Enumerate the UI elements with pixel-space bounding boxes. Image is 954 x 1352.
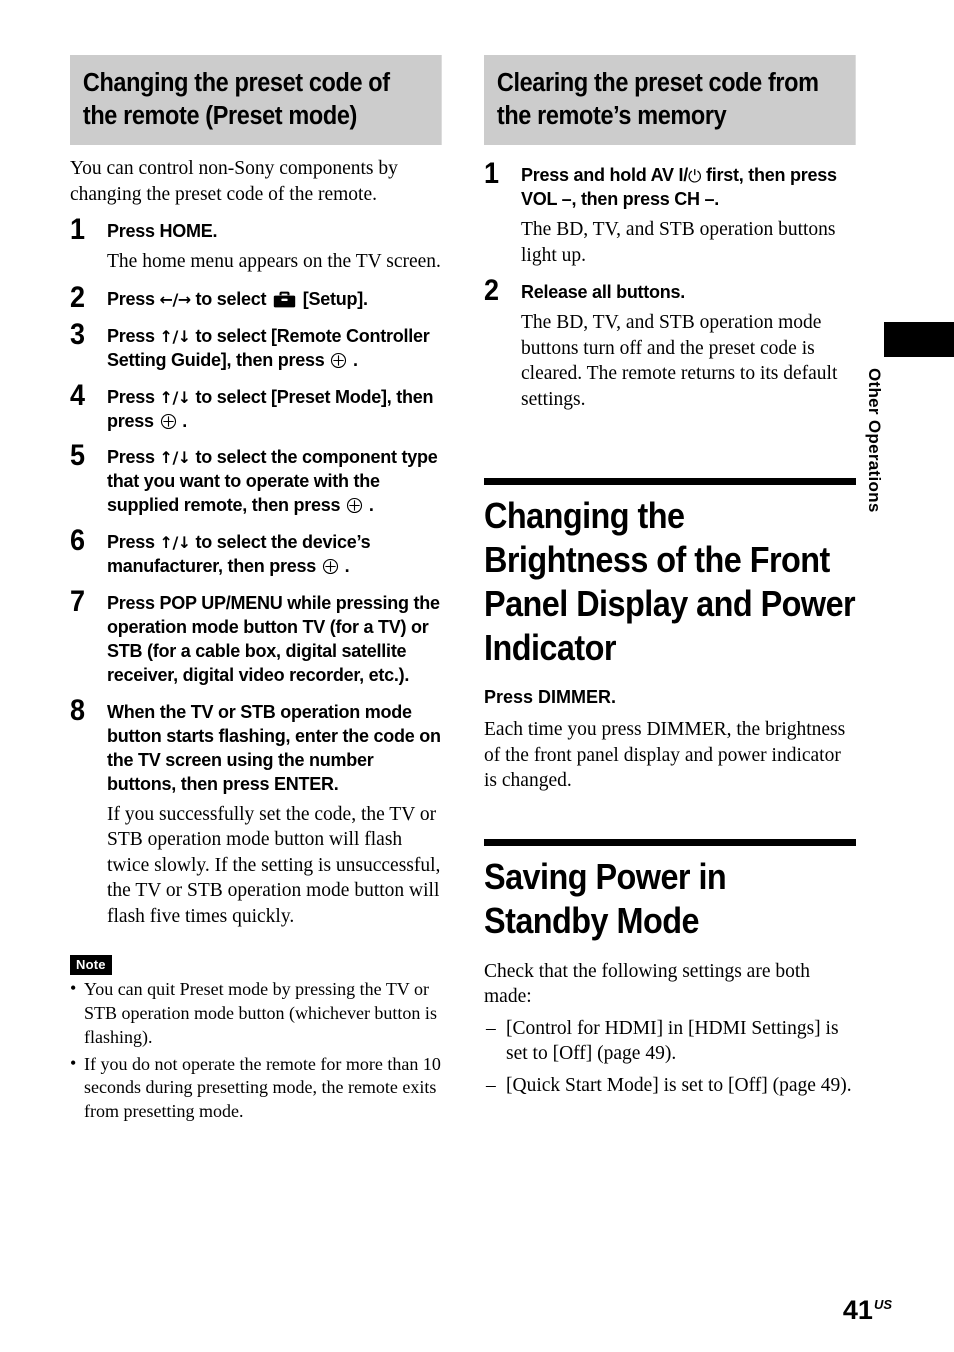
step-title: Press ↑/↓ to select [Preset Mode], then … bbox=[107, 386, 442, 434]
step-title-text: . bbox=[339, 556, 350, 577]
sub-heading-press-dimmer: Press DIMMER. bbox=[484, 686, 617, 707]
note-list: You can quit Preset mode by pressing the… bbox=[70, 977, 442, 1124]
step-title-text: Press bbox=[107, 288, 160, 309]
step-8: 8 When the TV or STB operation mode butt… bbox=[70, 695, 442, 929]
step-description: The BD, TV, and STB operation buttons li… bbox=[521, 219, 836, 266]
chapter-rule bbox=[484, 478, 856, 486]
step-4: 4 Press ↑/↓ to select [Preset Mode], the… bbox=[70, 380, 442, 434]
chapter-brightness: Changing the Brightness of the Front Pan… bbox=[484, 478, 856, 794]
step-2: 2 Press ←/→ to select [Setup]. bbox=[70, 282, 442, 312]
enter-button-icon bbox=[160, 413, 177, 430]
clear-step-2: 2 Release all buttons. The BD, TV, and S… bbox=[484, 276, 856, 412]
chapter-thumb-tab bbox=[884, 322, 954, 357]
page-number: 41 bbox=[842, 1295, 873, 1325]
power-standby-icon: ⏻ bbox=[688, 167, 702, 188]
step-title-text: Press bbox=[107, 325, 160, 346]
step-title-text: Press bbox=[107, 447, 160, 468]
step-title-text: . bbox=[177, 410, 188, 431]
step-title-text: Press and hold AV I/ bbox=[521, 165, 689, 186]
enter-button-icon bbox=[330, 352, 347, 369]
chapter-thumb-tab-label: Other Operations bbox=[865, 368, 884, 513]
page-footer: 41US bbox=[843, 1297, 892, 1324]
step-title: When the TV or STB operation mode button… bbox=[107, 701, 442, 797]
step-title: Press ↑/↓ to select the device’s manufac… bbox=[107, 531, 442, 579]
manual-page: Changing the preset code of the remote (… bbox=[0, 0, 954, 1352]
enter-button-icon bbox=[322, 558, 339, 575]
step-number: 4 bbox=[70, 378, 86, 412]
chapter-heading: Saving Power in Standby Mode bbox=[484, 855, 727, 941]
settings-item: [Control for HDMI] in [HDMI Settings] is… bbox=[484, 1016, 856, 1067]
step-title: Press HOME. bbox=[107, 220, 442, 244]
step-title-text: to select bbox=[190, 288, 271, 309]
step-title-text: Press POP UP/MENU while pressing the ope… bbox=[107, 593, 440, 685]
chapter-saving-power: Saving Power in Standby Mode Check that … bbox=[484, 838, 856, 1099]
step-title: Press and hold AV I/⏻ first, then press … bbox=[521, 164, 856, 212]
section-heading-clearing-preset-code: Clearing the preset code from the remote… bbox=[484, 55, 857, 146]
step-title-text: Press HOME. bbox=[107, 221, 218, 242]
step-description: If you successfully set the code, the TV… bbox=[107, 803, 441, 927]
step-description: The BD, TV, and STB operation mode butto… bbox=[521, 312, 838, 410]
step-1: 1 Press HOME. The home menu appears on t… bbox=[70, 215, 442, 274]
chapter-heading: Changing the Brightness of the Front Pan… bbox=[484, 495, 856, 668]
step-number: 7 bbox=[70, 585, 86, 619]
step-title-text: When the TV or STB operation mode button… bbox=[107, 701, 441, 794]
step-description: The home menu appears on the TV screen. bbox=[107, 251, 441, 273]
note-badge: Note bbox=[70, 955, 112, 976]
step-title-text: . bbox=[364, 495, 374, 516]
page-region: US bbox=[873, 1297, 892, 1312]
step-number: 8 bbox=[70, 693, 86, 727]
chapter-body: Each time you press DIMMER, the brightne… bbox=[484, 719, 846, 792]
step-title-text: Press bbox=[107, 386, 160, 407]
step-number: 1 bbox=[484, 157, 500, 191]
chapter-rule bbox=[484, 838, 856, 846]
step-5: 5 Press ↑/↓ to select the component type… bbox=[70, 441, 442, 518]
up-down-arrow-icon: ↑/↓ bbox=[159, 533, 192, 553]
step-title: Press ↑/↓ to select the component type t… bbox=[107, 446, 442, 518]
left-column: Changing the preset code of the remote (… bbox=[70, 55, 443, 1124]
settings-list: [Control for HDMI] in [HDMI Settings] is… bbox=[484, 1016, 856, 1099]
step-title-text: . bbox=[348, 349, 358, 370]
step-number: 2 bbox=[70, 280, 86, 314]
step-title-text: Release all buttons. bbox=[521, 282, 686, 303]
clear-step-1: 1 Press and hold AV I/⏻ first, then pres… bbox=[484, 159, 856, 268]
step-title: Press ←/→ to select [Setup]. bbox=[107, 288, 442, 312]
right-column: Clearing the preset code from the remote… bbox=[484, 55, 857, 1099]
chapter-body: Check that the following settings are bo… bbox=[484, 960, 811, 1008]
step-title: Release all buttons. bbox=[521, 281, 856, 305]
step-number: 2 bbox=[484, 274, 500, 308]
toolbox-setup-icon bbox=[273, 291, 296, 308]
intro-paragraph: You can control non-Sony components by c… bbox=[70, 158, 398, 205]
left-right-arrow-icon: ←/→ bbox=[159, 289, 192, 309]
step-title: Press POP UP/MENU while pressing the ope… bbox=[107, 592, 442, 688]
step-6: 6 Press ↑/↓ to select the device’s manuf… bbox=[70, 526, 442, 579]
note-block: Note You can quit Preset mode by pressin… bbox=[70, 955, 442, 1124]
enter-button-icon bbox=[346, 497, 363, 514]
step-title: Press ↑/↓ to select [Remote Controller S… bbox=[107, 325, 442, 373]
up-down-arrow-icon: ↑/↓ bbox=[159, 387, 192, 407]
step-number: 6 bbox=[70, 524, 86, 558]
up-down-arrow-icon: ↑/↓ bbox=[159, 448, 192, 468]
settings-item: [Quick Start Mode] is set to [Off] (page… bbox=[484, 1073, 856, 1099]
step-number: 3 bbox=[70, 317, 86, 351]
section-heading-preset-mode: Changing the preset code of the remote (… bbox=[70, 55, 443, 146]
step-7: 7 Press POP UP/MENU while pressing the o… bbox=[70, 587, 442, 688]
note-item: You can quit Preset mode by pressing the… bbox=[70, 977, 442, 1049]
step-title-text: Press bbox=[107, 532, 160, 553]
step-number: 5 bbox=[70, 439, 86, 473]
step-title-text: [Setup]. bbox=[297, 288, 368, 309]
step-number: 1 bbox=[70, 213, 86, 247]
step-3: 3 Press ↑/↓ to select [Remote Controller… bbox=[70, 319, 442, 373]
note-item: If you do not operate the remote for mor… bbox=[70, 1052, 442, 1124]
up-down-arrow-icon: ↑/↓ bbox=[159, 326, 192, 346]
